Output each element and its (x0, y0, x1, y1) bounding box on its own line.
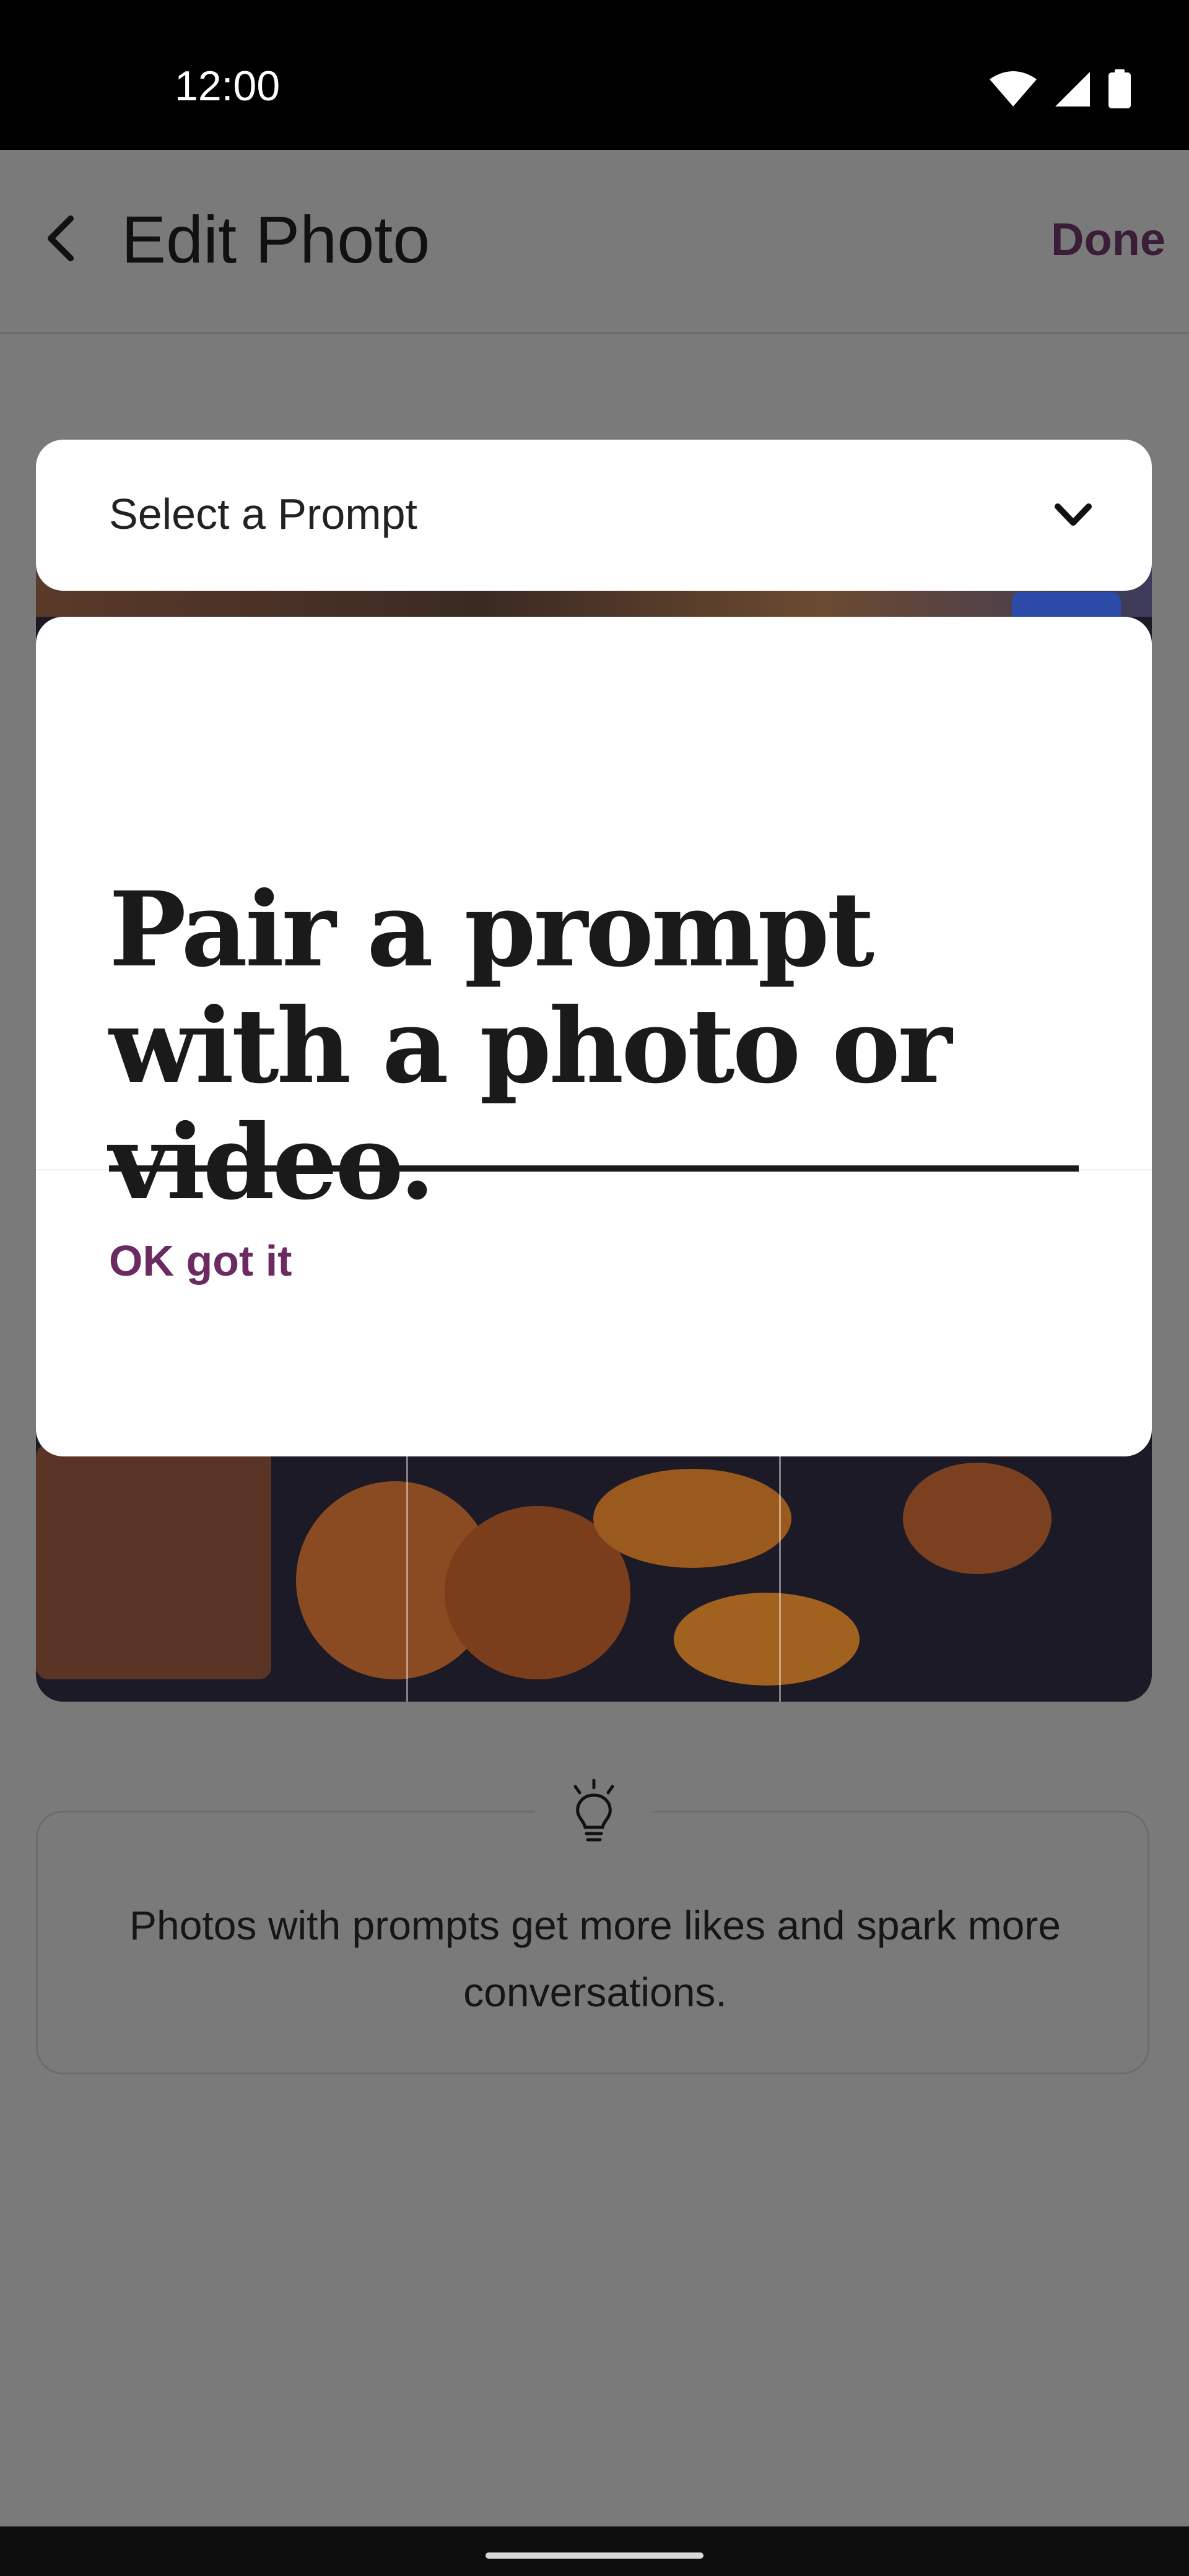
system-nav-bar (0, 2526, 1189, 2576)
photo-detail (1012, 592, 1121, 617)
app-bar: Edit Photo Done (0, 150, 1189, 334)
status-icons (988, 69, 1132, 109)
page-title: Edit Photo (121, 202, 430, 277)
prompt-select-label: Select a Prompt (109, 490, 417, 538)
photo-food-item (593, 1469, 791, 1568)
back-arrow-icon (48, 215, 74, 261)
prompt-tip-modal: Pair a prompt with a photo or video. OK … (36, 617, 1152, 1456)
status-time: 12:00 (175, 63, 281, 110)
photo-grid-line (406, 1456, 408, 1702)
photo-bottom-section (36, 1444, 1152, 1702)
headline-underline (109, 1165, 1079, 1172)
photo-food-item (674, 1593, 860, 1686)
photo-food-item (36, 1444, 271, 1679)
lightbulb-icon (573, 1778, 614, 1842)
photo-food-item (903, 1463, 1052, 1574)
tip-card: Photos with prompts get more likes and s… (36, 1811, 1149, 2074)
ok-got-it-button[interactable]: OK got it (109, 1236, 292, 1286)
tip-icon-container (535, 1775, 653, 1849)
back-button[interactable] (38, 211, 82, 266)
chevron-down-icon (1055, 503, 1092, 526)
home-gesture-handle[interactable] (486, 2552, 703, 2559)
battery-icon (1108, 69, 1131, 108)
cell-signal-icon (1055, 72, 1090, 107)
photo-grid-line (779, 1456, 781, 1702)
prompt-select-dropdown[interactable]: Select a Prompt (36, 440, 1152, 591)
tip-text: Photos with prompts get more likes and s… (129, 1902, 1061, 2015)
status-bar: 12:00 (0, 0, 1189, 150)
done-button[interactable]: Done (1051, 213, 1165, 266)
wifi-icon (990, 71, 1037, 107)
